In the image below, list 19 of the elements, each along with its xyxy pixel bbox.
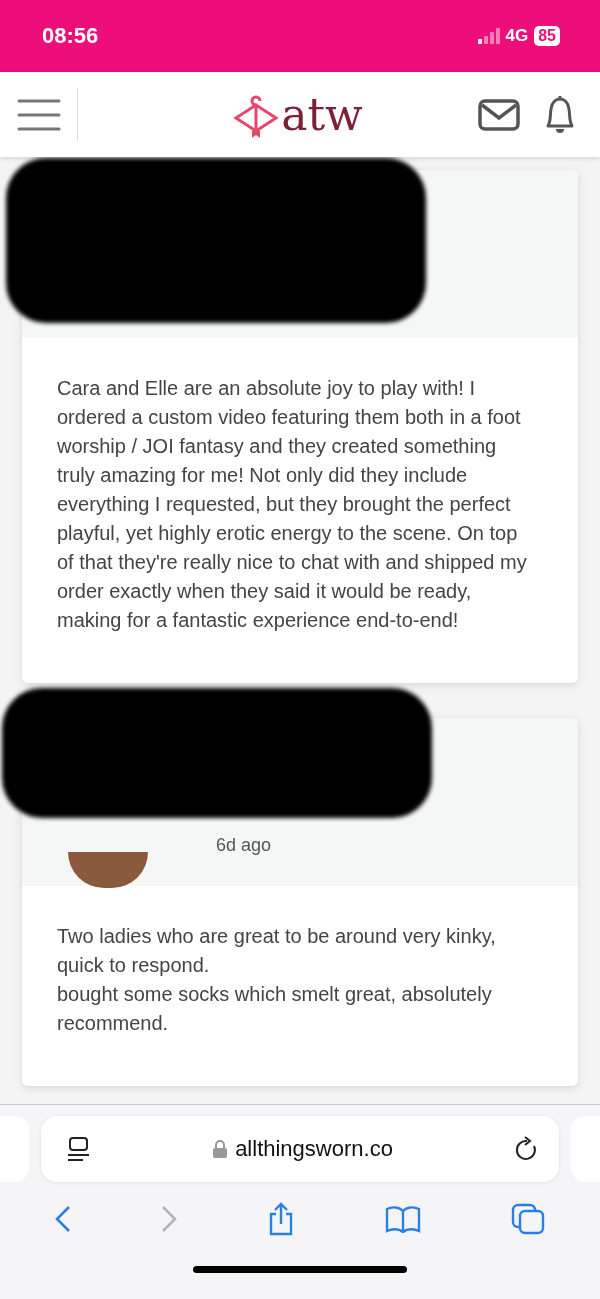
review-text: Cara and Elle are an absolute joy to play with! I ordered a custom video featuring them both in a foot worship / JOI fantasy and they created something truly amazing for me! Not only did they include everything I requested, but they brought the perfect playful, yet highly erotic energy to the scene. On top of that they're really nice to chat with and shipped my order exactly when they said it would be ready, making for a fantastic experience end-to-end! [56,376,528,633]
reader-icon[interactable] [67,1136,91,1162]
reload-icon[interactable] [515,1136,539,1162]
mail-icon[interactable] [478,98,520,131]
address-bar[interactable]: allthingsworn.co [41,1116,559,1182]
tabs-icon[interactable] [511,1203,545,1235]
battery-level: 85 [534,26,560,46]
book-icon[interactable] [385,1205,421,1233]
back-icon[interactable] [55,1205,71,1233]
signal-icon [477,28,500,44]
menu-icon[interactable] [17,97,61,132]
clock-time: 08:56 [42,23,99,49]
url-text: allthingsworn.co [235,1136,393,1162]
network-label: 4G [505,26,529,46]
lock-icon [213,1140,228,1158]
forward-icon[interactable] [161,1205,177,1233]
share-icon[interactable] [267,1202,295,1236]
review-text: Two ladies who are great to be around very kinky, quick to respond. bought some socks which smelt great, absolutely recommend. [56,924,497,1036]
review-date: 6d ago [216,835,272,856]
